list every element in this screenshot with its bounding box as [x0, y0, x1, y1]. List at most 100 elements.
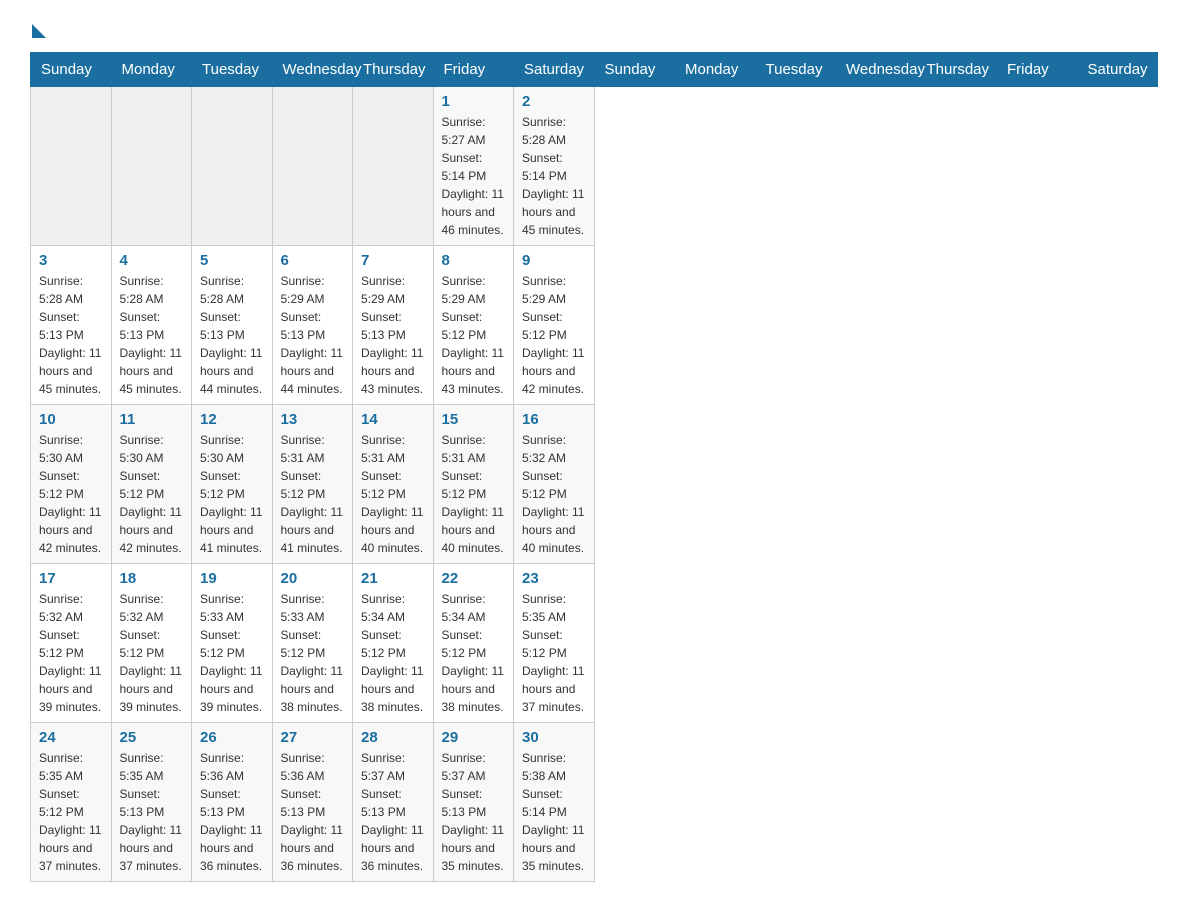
day-number: 22: [442, 570, 506, 587]
day-number: 29: [442, 729, 506, 746]
day-number: 30: [522, 729, 586, 746]
calendar-cell: 28 Sunrise: 5:37 AMSunset: 5:13 PMDayligh…: [353, 723, 434, 882]
page-header: [30, 20, 1158, 34]
day-info: Sunrise: 5:37 AMSunset: 5:13 PMDaylight:…: [442, 749, 506, 875]
day-info: Sunrise: 5:37 AMSunset: 5:13 PMDaylight:…: [361, 749, 425, 875]
day-info: Sunrise: 5:28 AMSunset: 5:13 PMDaylight:…: [120, 272, 184, 398]
day-number: 11: [120, 411, 184, 428]
calendar-cell: 5 Sunrise: 5:28 AMSunset: 5:13 PMDaylight…: [192, 246, 273, 405]
calendar-cell: 16Sunrise: 5:32 AMSunset: 5:12 PMDayligh…: [514, 405, 595, 564]
day-number: 9: [522, 252, 586, 269]
calendar-cell: 10 Sunrise: 5:30 AMSunset: 5:12 PMDayligh…: [31, 405, 112, 564]
day-info: Sunrise: 5:29 AMSunset: 5:13 PMDaylight:…: [361, 272, 425, 398]
day-info: Sunrise: 5:28 AMSunset: 5:14 PMDaylight:…: [522, 113, 586, 239]
calendar-cell: 7 Sunrise: 5:29 AMSunset: 5:13 PMDaylight…: [353, 246, 434, 405]
week-row-1: 1 Sunrise: 5:27 AMSunset: 5:14 PMDaylight…: [31, 87, 1158, 246]
calendar-cell: 3 Sunrise: 5:28 AMSunset: 5:13 PMDaylight…: [31, 246, 112, 405]
week-row-4: 17 Sunrise: 5:32 AMSunset: 5:12 PMDayligh…: [31, 564, 1158, 723]
calendar-cell: 30 Sunrise: 5:38 AMSunset: 5:14 PMDayligh…: [514, 723, 595, 882]
day-info: Sunrise: 5:35 AMSunset: 5:12 PMDaylight:…: [39, 749, 103, 875]
day-number: 6: [281, 252, 345, 269]
day-number: 8: [442, 252, 506, 269]
calendar-cell: 26Sunrise: 5:36 AMSunset: 5:13 PMDayligh…: [192, 723, 273, 882]
calendar-cell: 4Sunrise: 5:28 AMSunset: 5:13 PMDaylight…: [111, 246, 192, 405]
calendar-cell: [111, 87, 192, 246]
calendar-cell: 18Sunrise: 5:32 AMSunset: 5:12 PMDayligh…: [111, 564, 192, 723]
day-info: Sunrise: 5:31 AMSunset: 5:12 PMDaylight:…: [442, 431, 506, 557]
header-sunday: Sunday: [594, 53, 675, 87]
day-number: 14: [361, 411, 425, 428]
calendar-cell: 29 Sunrise: 5:37 AMSunset: 5:13 PMDayligh…: [433, 723, 514, 882]
day-info: Sunrise: 5:35 AMSunset: 5:13 PMDaylight:…: [120, 749, 184, 875]
day-number: 15: [442, 411, 506, 428]
day-info: Sunrise: 5:30 AMSunset: 5:12 PMDaylight:…: [120, 431, 184, 557]
calendar-cell: 13Sunrise: 5:31 AMSunset: 5:12 PMDayligh…: [272, 405, 353, 564]
calendar-cell: [192, 87, 273, 246]
calendar-cell: [272, 87, 353, 246]
week-row-5: 24 Sunrise: 5:35 AMSunset: 5:12 PMDayligh…: [31, 723, 1158, 882]
calendar-cell: 17 Sunrise: 5:32 AMSunset: 5:12 PMDayligh…: [31, 564, 112, 723]
day-number: 20: [281, 570, 345, 587]
logo: [30, 20, 46, 34]
calendar-cell: 1 Sunrise: 5:27 AMSunset: 5:14 PMDaylight…: [433, 87, 514, 246]
header-friday: Friday: [433, 53, 514, 87]
header-monday: Monday: [675, 53, 756, 87]
day-info: Sunrise: 5:35 AMSunset: 5:12 PMDaylight:…: [522, 590, 586, 716]
day-info: Sunrise: 5:31 AMSunset: 5:12 PMDaylight:…: [361, 431, 425, 557]
day-info: Sunrise: 5:30 AMSunset: 5:12 PMDaylight:…: [39, 431, 103, 557]
header-wednesday: Wednesday: [836, 53, 917, 87]
day-info: Sunrise: 5:32 AMSunset: 5:12 PMDaylight:…: [39, 590, 103, 716]
header-saturday: Saturday: [514, 53, 595, 87]
header-monday: Monday: [111, 53, 192, 87]
day-number: 27: [281, 729, 345, 746]
day-number: 3: [39, 252, 103, 269]
header-sunday: Sunday: [31, 53, 112, 87]
day-number: 12: [200, 411, 264, 428]
day-number: 24: [39, 729, 103, 746]
day-info: Sunrise: 5:29 AMSunset: 5:12 PMDaylight:…: [522, 272, 586, 398]
day-number: 25: [120, 729, 184, 746]
calendar-cell: 24 Sunrise: 5:35 AMSunset: 5:12 PMDayligh…: [31, 723, 112, 882]
header-thursday: Thursday: [353, 53, 434, 87]
calendar-cell: 6 Sunrise: 5:29 AMSunset: 5:13 PMDaylight…: [272, 246, 353, 405]
day-number: 5: [200, 252, 264, 269]
day-number: 2: [522, 93, 586, 110]
day-info: Sunrise: 5:33 AMSunset: 5:12 PMDaylight:…: [200, 590, 264, 716]
day-number: 17: [39, 570, 103, 587]
day-number: 21: [361, 570, 425, 587]
header-friday: Friday: [997, 53, 1078, 87]
day-number: 7: [361, 252, 425, 269]
day-number: 1: [442, 93, 506, 110]
calendar-cell: 15 Sunrise: 5:31 AMSunset: 5:12 PMDayligh…: [433, 405, 514, 564]
day-info: Sunrise: 5:31 AMSunset: 5:12 PMDaylight:…: [281, 431, 345, 557]
calendar-cell: 22 Sunrise: 5:34 AMSunset: 5:12 PMDayligh…: [433, 564, 514, 723]
day-info: Sunrise: 5:36 AMSunset: 5:13 PMDaylight:…: [281, 749, 345, 875]
day-info: Sunrise: 5:27 AMSunset: 5:14 PMDaylight:…: [442, 113, 506, 239]
day-number: 23: [522, 570, 586, 587]
calendar-cell: 20Sunrise: 5:33 AMSunset: 5:12 PMDayligh…: [272, 564, 353, 723]
day-info: Sunrise: 5:29 AMSunset: 5:13 PMDaylight:…: [281, 272, 345, 398]
day-number: 28: [361, 729, 425, 746]
calendar-cell: 23 Sunrise: 5:35 AMSunset: 5:12 PMDayligh…: [514, 564, 595, 723]
calendar-cell: 12Sunrise: 5:30 AMSunset: 5:12 PMDayligh…: [192, 405, 273, 564]
day-info: Sunrise: 5:28 AMSunset: 5:13 PMDaylight:…: [200, 272, 264, 398]
calendar-cell: 14 Sunrise: 5:31 AMSunset: 5:12 PMDayligh…: [353, 405, 434, 564]
week-row-3: 10 Sunrise: 5:30 AMSunset: 5:12 PMDayligh…: [31, 405, 1158, 564]
day-info: Sunrise: 5:36 AMSunset: 5:13 PMDaylight:…: [200, 749, 264, 875]
calendar-cell: 9 Sunrise: 5:29 AMSunset: 5:12 PMDaylight…: [514, 246, 595, 405]
calendar-cell: 2 Sunrise: 5:28 AMSunset: 5:14 PMDaylight…: [514, 87, 595, 246]
day-info: Sunrise: 5:34 AMSunset: 5:12 PMDaylight:…: [442, 590, 506, 716]
header-tuesday: Tuesday: [755, 53, 836, 87]
day-info: Sunrise: 5:29 AMSunset: 5:12 PMDaylight:…: [442, 272, 506, 398]
week-row-2: 3 Sunrise: 5:28 AMSunset: 5:13 PMDaylight…: [31, 246, 1158, 405]
calendar-cell: 25 Sunrise: 5:35 AMSunset: 5:13 PMDayligh…: [111, 723, 192, 882]
day-number: 18: [120, 570, 184, 587]
day-info: Sunrise: 5:32 AMSunset: 5:12 PMDaylight:…: [522, 431, 586, 557]
calendar-table: SundayMondayTuesdayWednesdayThursdayFrid…: [30, 52, 1158, 882]
calendar-cell: 11 Sunrise: 5:30 AMSunset: 5:12 PMDayligh…: [111, 405, 192, 564]
day-info: Sunrise: 5:38 AMSunset: 5:14 PMDaylight:…: [522, 749, 586, 875]
calendar-cell: 21Sunrise: 5:34 AMSunset: 5:12 PMDayligh…: [353, 564, 434, 723]
day-number: 10: [39, 411, 103, 428]
calendar-cell: 8 Sunrise: 5:29 AMSunset: 5:12 PMDaylight…: [433, 246, 514, 405]
day-info: Sunrise: 5:28 AMSunset: 5:13 PMDaylight:…: [39, 272, 103, 398]
